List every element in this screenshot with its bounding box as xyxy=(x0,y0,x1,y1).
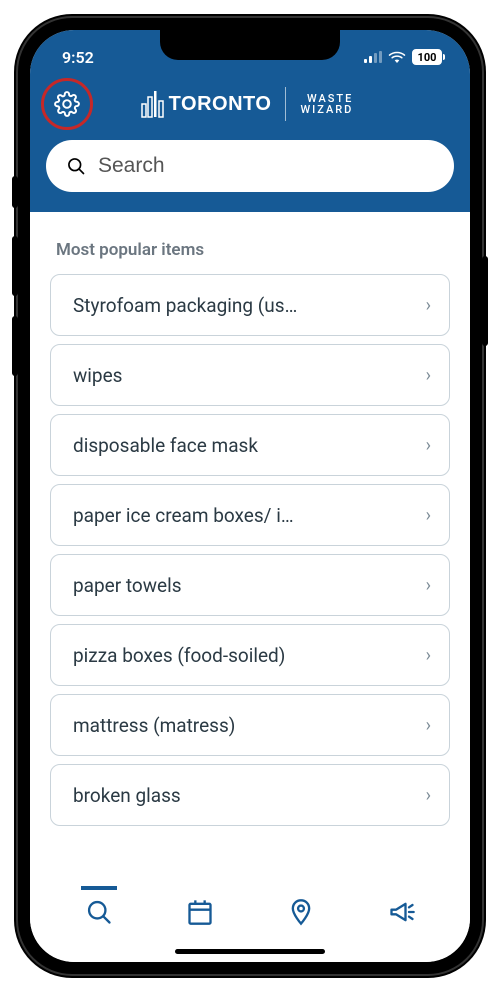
search-icon xyxy=(85,898,113,926)
wifi-icon xyxy=(388,50,406,64)
app-logo: Toronto WASTE WIZARD xyxy=(141,87,360,121)
phone-frame: 9:52 100 xyxy=(16,16,484,976)
brand-city-label: Toronto xyxy=(169,93,272,116)
chevron-right-icon: › xyxy=(426,435,431,456)
side-button xyxy=(12,176,18,208)
chevron-right-icon: › xyxy=(426,785,431,806)
chevron-right-icon: › xyxy=(426,575,431,596)
list-item-label: wipes xyxy=(73,364,426,387)
nav-tab-locations[interactable] xyxy=(250,898,351,926)
list-item[interactable]: Styrofoam packaging (us… › xyxy=(50,274,450,336)
list-item-label: paper towels xyxy=(73,574,426,597)
list-item[interactable]: paper ice cream boxes/ i… › xyxy=(50,484,450,546)
list-item-label: broken glass xyxy=(73,784,426,807)
list-item-label: pizza boxes (food-soiled) xyxy=(73,644,426,667)
list-item-label: mattress (matress) xyxy=(73,714,426,737)
search-input[interactable] xyxy=(98,154,434,178)
status-indicators: 100 xyxy=(364,43,442,65)
search-bar[interactable] xyxy=(46,140,454,192)
section-title: Most popular items xyxy=(50,240,450,260)
list-item[interactable]: wipes › xyxy=(50,344,450,406)
side-button xyxy=(12,316,18,376)
nav-tab-announcements[interactable] xyxy=(351,898,452,926)
logo-divider xyxy=(285,87,286,121)
notch xyxy=(160,30,340,60)
list-item[interactable]: broken glass › xyxy=(50,764,450,826)
search-icon xyxy=(66,156,86,176)
list-item[interactable]: disposable face mask › xyxy=(50,414,450,476)
nav-tab-schedule[interactable] xyxy=(149,898,250,926)
list-item[interactable]: mattress (matress) › xyxy=(50,694,450,756)
side-button xyxy=(482,256,488,346)
chevron-right-icon: › xyxy=(426,645,431,666)
status-time: 9:52 xyxy=(62,42,94,67)
location-pin-icon xyxy=(287,898,315,926)
settings-button[interactable] xyxy=(50,87,84,121)
chevron-right-icon: › xyxy=(426,505,431,526)
chevron-right-icon: › xyxy=(426,715,431,736)
nav-tab-search[interactable] xyxy=(48,898,149,926)
gear-icon xyxy=(54,91,80,117)
list-item[interactable]: paper towels › xyxy=(50,554,450,616)
side-button xyxy=(12,236,18,296)
list-item-label: paper ice cream boxes/ i… xyxy=(73,504,426,527)
popular-items-list: Styrofoam packaging (us… › wipes › dispo… xyxy=(50,274,450,826)
toronto-skyline-icon xyxy=(141,90,165,118)
list-item-label: Styrofoam packaging (us… xyxy=(73,294,426,317)
battery-level: 100 xyxy=(418,51,437,64)
list-item-label: disposable face mask xyxy=(73,434,426,457)
home-indicator[interactable] xyxy=(175,949,325,954)
app-header: Toronto WASTE WIZARD xyxy=(30,78,470,212)
screen: 9:52 100 xyxy=(30,30,470,962)
chevron-right-icon: › xyxy=(426,295,431,316)
megaphone-icon xyxy=(388,898,416,926)
list-item[interactable]: pizza boxes (food-soiled) › xyxy=(50,624,450,686)
brand-app-line2: WIZARD xyxy=(300,104,353,115)
device-frame: 9:52 100 xyxy=(0,0,500,992)
battery-indicator: 100 xyxy=(412,49,442,65)
chevron-right-icon: › xyxy=(426,365,431,386)
calendar-icon xyxy=(186,898,214,926)
main-content[interactable]: Most popular items Styrofoam packaging (… xyxy=(30,212,470,884)
cellular-signal-icon xyxy=(364,51,382,63)
